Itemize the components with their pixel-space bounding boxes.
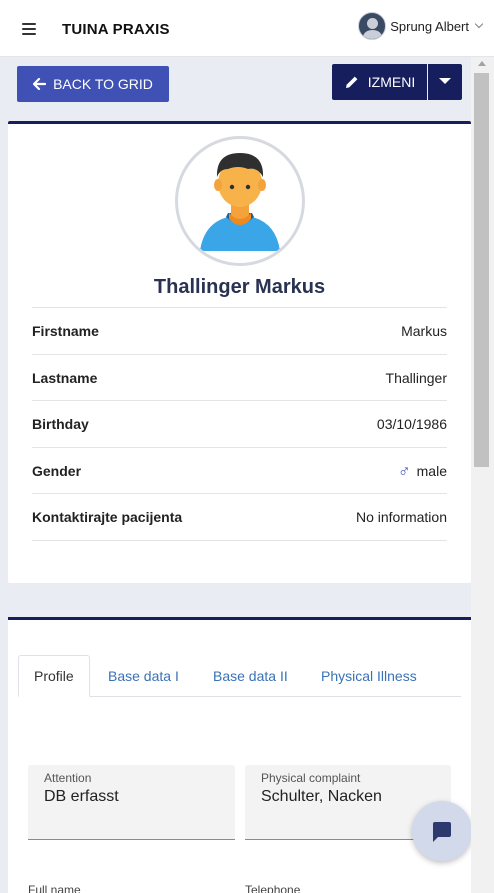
edit-dropdown-button[interactable]	[428, 64, 462, 100]
scrollbar[interactable]	[471, 57, 494, 893]
attention-label: Attention	[44, 771, 92, 785]
info-label: Gender	[32, 463, 82, 479]
arrow-left-icon	[33, 78, 47, 90]
scroll-thumb[interactable]	[474, 73, 489, 467]
tab-physical-illness[interactable]: Physical Illness	[321, 655, 417, 697]
info-value: Thallinger	[385, 370, 447, 386]
attention-value: DB erfasst	[44, 788, 119, 805]
avatar	[358, 12, 387, 40]
info-value: 03/10/1986	[376, 416, 447, 432]
chevron-down-icon	[474, 19, 484, 29]
info-label: Firstname	[32, 323, 99, 339]
info-label: Lastname	[32, 370, 98, 386]
back-to-grid-button[interactable]: BACK TO GRID	[17, 66, 169, 102]
physical-complaint-label: Physical complaint	[261, 771, 361, 785]
user-menu[interactable]: Sprung Albert	[358, 12, 484, 40]
divider	[32, 540, 447, 541]
telephone-label: Telephone	[245, 883, 301, 893]
info-row-birthday: Birthday 03/10/1986	[32, 400, 447, 447]
info-row-gender: Gender ♂ male	[32, 447, 447, 494]
patient-details-card: Profile Base data I Base data II Physica…	[8, 617, 471, 893]
user-name: Sprung Albert	[390, 18, 469, 34]
info-row-contact: Kontaktirajte pacijenta No information	[32, 493, 447, 540]
chat-button[interactable]	[412, 801, 472, 861]
caret-down-icon	[439, 78, 451, 84]
pencil-icon	[345, 76, 358, 88]
info-label: Birthday	[32, 416, 89, 432]
patient-avatar	[175, 136, 305, 266]
info-row-firstname: Firstname Markus	[32, 307, 447, 354]
tab-base-data-2[interactable]: Base data II	[213, 655, 288, 697]
edit-button[interactable]: IZMENI	[332, 64, 427, 100]
patient-name: Thallinger Markus	[153, 276, 326, 298]
chat-icon	[433, 822, 451, 842]
person-avatar-icon	[200, 153, 280, 251]
back-button-label: BACK TO GRID	[53, 76, 153, 92]
full-name-label: Full name	[28, 883, 81, 893]
info-row-lastname: Lastname Thallinger	[32, 354, 447, 401]
patient-card: Thallinger Markus Firstname Markus Lastn…	[8, 121, 471, 583]
attention-field[interactable]: Attention DB erfasst	[28, 765, 235, 840]
hamburger-icon[interactable]	[22, 23, 36, 35]
male-icon: ♂	[397, 461, 411, 481]
info-value: No information	[355, 509, 447, 525]
edit-button-label: IZMENI	[367, 74, 416, 90]
app-title: TUINA PRAXIS	[62, 21, 170, 38]
info-value: Markus	[401, 323, 447, 339]
tab-profile[interactable]: Profile	[18, 655, 90, 697]
info-value-gender: ♂ male	[398, 463, 447, 480]
scroll-up-icon[interactable]	[478, 61, 486, 66]
tab-bar: Profile Base data I Base data II Physica…	[18, 655, 461, 697]
gender-value: male	[416, 463, 447, 479]
top-bar: TUINA PRAXIS Sprung Albert	[0, 0, 494, 57]
physical-complaint-value: Schulter, Nacken	[261, 788, 382, 805]
tab-base-data-1[interactable]: Base data I	[108, 655, 179, 697]
info-label: Kontaktirajte pacijenta	[32, 509, 183, 525]
